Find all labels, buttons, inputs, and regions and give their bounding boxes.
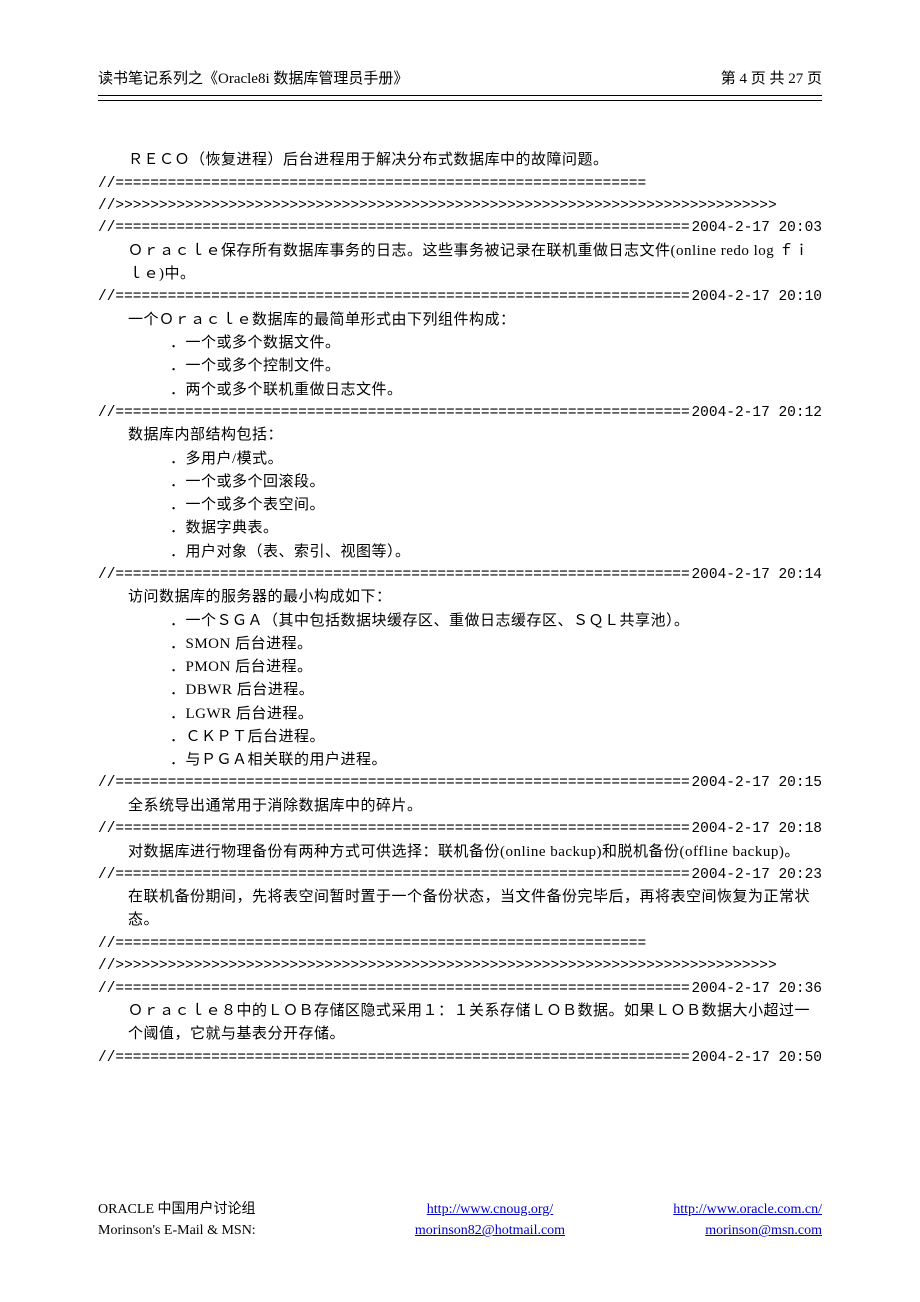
paragraph: 对数据库进行物理备份有两种方式可供选择：联机备份(online backup)和… — [98, 841, 822, 864]
timestamp: 2004-2-17 20:36 — [689, 978, 822, 1000]
header-left: 读书笔记系列之《Oracle8i 数据库管理员手册》 — [98, 68, 408, 91]
separator-fill: //======================================… — [98, 864, 689, 886]
list-item: ．ＣＫＰＴ后台进程。 — [98, 726, 822, 749]
footer-email-hotmail[interactable]: morinson82@hotmail.com — [415, 1223, 565, 1238]
separator-timestamp: //======================================… — [98, 864, 822, 886]
list-item: ．用户对象（表、索引、视图等）。 — [98, 541, 822, 564]
separator-timestamp: //======================================… — [98, 564, 822, 586]
separator-timestamp: //======================================… — [98, 818, 822, 840]
separator-fill: //======================================… — [98, 978, 689, 1000]
timestamp: 2004-2-17 20:14 — [689, 564, 822, 586]
separator-timestamp: //======================================… — [98, 978, 822, 1000]
timestamp: 2004-2-17 20:23 — [689, 864, 822, 886]
paragraph: 访问数据库的服务器的最小构成如下： — [98, 586, 822, 609]
separator-fill: //======================================… — [98, 286, 689, 308]
separator-timestamp: //======================================… — [98, 1047, 822, 1069]
timestamp: 2004-2-17 20:03 — [689, 217, 822, 239]
paragraph: Ｏｒａｃｌｅ保存所有数据库事务的日志。这些事务被记录在联机重做日志文件(onli… — [98, 240, 822, 287]
header-rule — [98, 95, 822, 101]
timestamp: 2004-2-17 20:50 — [689, 1047, 822, 1069]
separator-gt: //>>>>>>>>>>>>>>>>>>>>>>>>>>>>>>>>>>>>>>… — [98, 955, 822, 977]
separator-fill: //======================================… — [98, 1047, 689, 1069]
list-item: ．多用户/模式。 — [98, 448, 822, 471]
footer-row: ORACLE 中国用户讨论组 http://www.cnoug.org/ htt… — [98, 1199, 822, 1221]
header-right: 第 4 页 共 27 页 — [721, 68, 822, 91]
footer-link-cnoug[interactable]: http://www.cnoug.org/ — [427, 1202, 553, 1217]
paragraph: Ｏｒａｃｌｅ８中的ＬＯＢ存储区隐式采用１：１关系存储ＬＯＢ数据。如果ＬＯＢ数据大… — [98, 1000, 822, 1047]
separator-eq: //======================================… — [98, 173, 822, 195]
timestamp: 2004-2-17 20:12 — [689, 402, 822, 424]
list-item: ．两个或多个联机重做日志文件。 — [98, 379, 822, 402]
body-content: ＲＥＣＯ（恢复进程）后台进程用于解决分布式数据库中的故障问题。 //======… — [98, 149, 822, 1069]
separator-timestamp: //======================================… — [98, 402, 822, 424]
footer-org: ORACLE 中国用户讨论组 — [98, 1199, 358, 1221]
list-item: ．一个或多个表空间。 — [98, 494, 822, 517]
page-footer: ORACLE 中国用户讨论组 http://www.cnoug.org/ htt… — [98, 1199, 822, 1242]
separator-timestamp: //======================================… — [98, 286, 822, 308]
footer-row: Morinson's E-Mail & MSN: morinson82@hotm… — [98, 1220, 822, 1242]
separator-timestamp: //======================================… — [98, 772, 822, 794]
footer-contact-label: Morinson's E-Mail & MSN: — [98, 1220, 358, 1242]
paragraph: 数据库内部结构包括： — [98, 424, 822, 447]
paragraph: 一个Ｏｒａｃｌｅ数据库的最简单形式由下列组件构成： — [98, 309, 822, 332]
list-item: ．LGWR 后台进程。 — [98, 703, 822, 726]
separator-fill: //======================================… — [98, 402, 689, 424]
list-item: ．与ＰＧＡ相关联的用户进程。 — [98, 749, 822, 772]
separator-timestamp: //======================================… — [98, 217, 822, 239]
footer-email-msn[interactable]: morinson@msn.com — [705, 1223, 822, 1238]
separator-fill: //======================================… — [98, 217, 689, 239]
list-item: ．一个ＳＧＡ（其中包括数据块缓存区、重做日志缓存区、ＳＱＬ共享池）。 — [98, 610, 822, 633]
list-item: ．PMON 后台进程。 — [98, 656, 822, 679]
separator-gt: //>>>>>>>>>>>>>>>>>>>>>>>>>>>>>>>>>>>>>>… — [98, 195, 822, 217]
list-item: ．一个或多个控制文件。 — [98, 355, 822, 378]
page-header: 读书笔记系列之《Oracle8i 数据库管理员手册》 第 4 页 共 27 页 — [98, 68, 822, 95]
separator-fill: //======================================… — [98, 818, 689, 840]
list-item: ．数据字典表。 — [98, 517, 822, 540]
separator-fill: //======================================… — [98, 564, 689, 586]
paragraph: 在联机备份期间，先将表空间暂时置于一个备份状态，当文件备份完毕后，再将表空间恢复… — [98, 886, 822, 933]
separator-eq: //======================================… — [98, 933, 822, 955]
timestamp: 2004-2-17 20:15 — [689, 772, 822, 794]
list-item: ．DBWR 后台进程。 — [98, 679, 822, 702]
list-item: ．一个或多个数据文件。 — [98, 332, 822, 355]
list-item: ．SMON 后台进程。 — [98, 633, 822, 656]
document-page: 读书笔记系列之《Oracle8i 数据库管理员手册》 第 4 页 共 27 页 … — [0, 0, 920, 1302]
paragraph: ＲＥＣＯ（恢复进程）后台进程用于解决分布式数据库中的故障问题。 — [98, 149, 822, 172]
timestamp: 2004-2-17 20:18 — [689, 818, 822, 840]
list-item: ．一个或多个回滚段。 — [98, 471, 822, 494]
timestamp: 2004-2-17 20:10 — [689, 286, 822, 308]
paragraph: 全系统导出通常用于消除数据库中的碎片。 — [98, 795, 822, 818]
footer-link-oracle[interactable]: http://www.oracle.com.cn/ — [673, 1202, 822, 1217]
separator-fill: //======================================… — [98, 772, 689, 794]
